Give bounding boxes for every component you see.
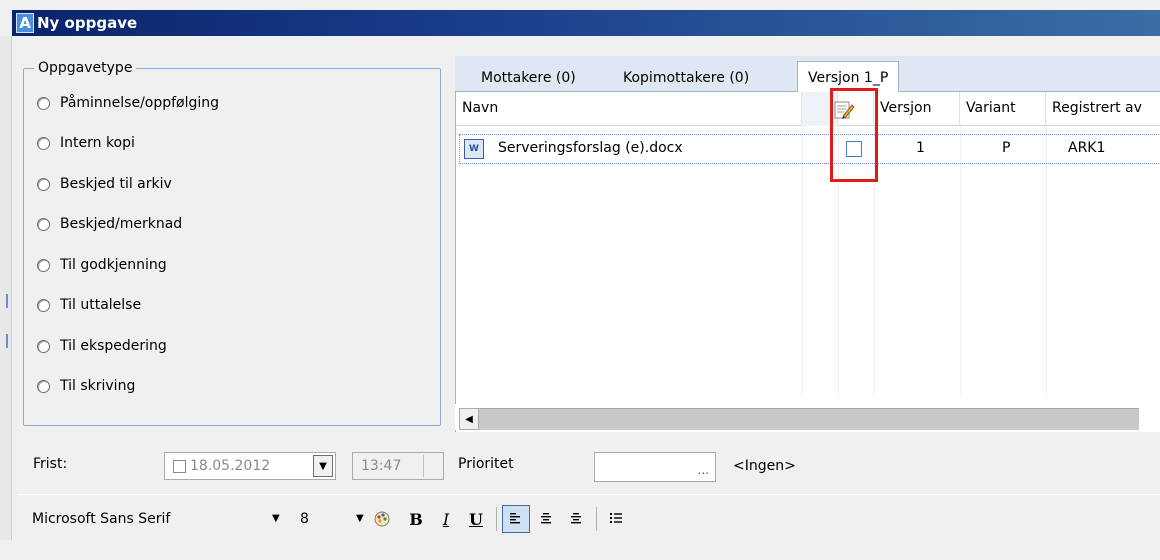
radio-label: Beskjed til arkiv xyxy=(60,176,172,192)
tab-recipients[interactable]: Mottakere (0) xyxy=(471,64,586,92)
priority-label: Prioritet xyxy=(458,456,514,472)
font-size-select[interactable]: 8 ▼ xyxy=(300,509,370,533)
deadline-time-input[interactable]: 13:47 xyxy=(352,452,444,480)
deadline-label: Frist: xyxy=(33,456,68,472)
font-family-value: Microsoft Sans Serif xyxy=(32,511,171,527)
radio-archive-message[interactable]: Beskjed til arkiv xyxy=(37,173,172,195)
priority-value: <Ingen> xyxy=(733,458,796,474)
radio-label: Beskjed/merknad xyxy=(60,216,183,232)
left-window-edge xyxy=(0,36,12,560)
bold-button[interactable]: B xyxy=(402,505,430,533)
bullet-list-icon[interactable] xyxy=(602,505,630,533)
task-type-group: Oppgavetype xyxy=(23,60,441,426)
tab-strip: Mottakere (0) Kopimottakere (0) Versjon … xyxy=(455,56,1160,93)
radio-button[interactable] xyxy=(37,379,50,393)
date-enable-checkbox[interactable] xyxy=(173,459,186,473)
italic-button[interactable]: I xyxy=(432,505,460,533)
radio-writing[interactable]: Til skriving xyxy=(37,375,135,397)
font-size-value: 8 xyxy=(300,511,309,527)
radio-label: Til godkjenning xyxy=(60,257,167,273)
radio-label: Påminnelse/oppfølging xyxy=(60,95,220,111)
priority-input[interactable]: ... xyxy=(594,452,716,482)
radio-dispatch[interactable]: Til ekspedering xyxy=(37,335,167,357)
window-title: Ny oppgave xyxy=(37,14,138,32)
align-center-icon[interactable] xyxy=(532,505,560,533)
browse-button[interactable]: ... xyxy=(698,463,709,477)
tab-copy-recipients[interactable]: Kopimottakere (0) xyxy=(613,64,759,92)
col-divider xyxy=(1046,126,1047,396)
table-row[interactable]: W Serveringsforslag (e).docx 1 P ARK1 xyxy=(459,134,1160,164)
radio-approval[interactable]: Til godkjenning xyxy=(37,254,167,276)
col-divider xyxy=(802,126,803,396)
radio-button[interactable] xyxy=(37,177,50,191)
radio-button[interactable] xyxy=(37,136,50,150)
col-header-registered-by[interactable]: Registrert av xyxy=(1046,92,1160,126)
word-document-icon: W xyxy=(464,139,484,159)
radio-label: Til skriving xyxy=(60,378,136,394)
horizontal-scrollbar[interactable]: ◀ xyxy=(455,404,1160,430)
font-family-select[interactable]: Microsoft Sans Serif ▼ xyxy=(32,509,282,533)
radio-reminder[interactable]: Påminnelse/oppfølging xyxy=(37,92,219,114)
color-palette-icon[interactable] xyxy=(368,505,396,533)
radio-statement[interactable]: Til uttalelse xyxy=(37,294,141,316)
radio-button[interactable] xyxy=(37,339,50,353)
highlight-box xyxy=(830,88,878,182)
radio-label: Intern kopi xyxy=(60,135,135,151)
radio-button[interactable] xyxy=(37,258,50,272)
deadline-date-picker[interactable]: 18.05.2012 ▼ xyxy=(164,452,336,480)
version-grid: Navn Versjon Variant Registrert av W Ser… xyxy=(455,92,1160,432)
radio-message-note[interactable]: Beskjed/merknad xyxy=(37,213,182,235)
cell-version: 1 xyxy=(916,140,925,156)
title-bar: A Ny oppgave xyxy=(12,10,1160,36)
toolbar-separator xyxy=(496,507,497,531)
radio-internal-copy[interactable]: Intern kopi xyxy=(37,132,135,154)
col-header-version[interactable]: Versjon xyxy=(874,92,960,126)
formatting-toolbar: Microsoft Sans Serif ▼ 8 ▼ B I U xyxy=(18,494,1160,540)
toolbar-separator xyxy=(596,507,597,531)
cell-variant: P xyxy=(1002,140,1011,156)
time-value: 13:47 xyxy=(361,458,402,474)
align-right-icon[interactable] xyxy=(562,505,590,533)
edge-marker xyxy=(6,294,8,308)
cell-registered-by: ARK1 xyxy=(1068,140,1106,156)
date-value: 18.05.2012 xyxy=(190,458,271,474)
col-header-variant[interactable]: Variant xyxy=(960,92,1046,126)
col-header-name[interactable]: Navn xyxy=(456,92,802,126)
radio-label: Til uttalelse xyxy=(60,297,142,313)
chevron-down-icon[interactable]: ▼ xyxy=(272,513,280,524)
radio-button[interactable] xyxy=(37,298,50,312)
grid-header: Navn Versjon Variant Registrert av xyxy=(456,92,1160,126)
scroll-track[interactable] xyxy=(459,408,1139,430)
app-logo-icon: A xyxy=(16,13,34,33)
radio-button[interactable] xyxy=(37,96,50,110)
col-divider xyxy=(960,126,961,396)
bottom-edge xyxy=(0,540,1160,560)
time-spinner-icon[interactable] xyxy=(423,455,441,477)
scroll-left-icon[interactable]: ◀ xyxy=(459,408,479,430)
align-left-icon[interactable] xyxy=(502,505,530,533)
underline-button[interactable]: U xyxy=(462,505,490,533)
radio-label: Til ekspedering xyxy=(60,338,167,354)
cell-name: Serveringsforslag (e).docx xyxy=(498,140,683,156)
chevron-down-icon[interactable]: ▼ xyxy=(313,455,333,477)
chevron-down-icon[interactable]: ▼ xyxy=(356,513,364,524)
edge-marker xyxy=(6,334,8,348)
radio-button[interactable] xyxy=(37,217,50,231)
task-type-legend: Oppgavetype xyxy=(38,60,133,76)
